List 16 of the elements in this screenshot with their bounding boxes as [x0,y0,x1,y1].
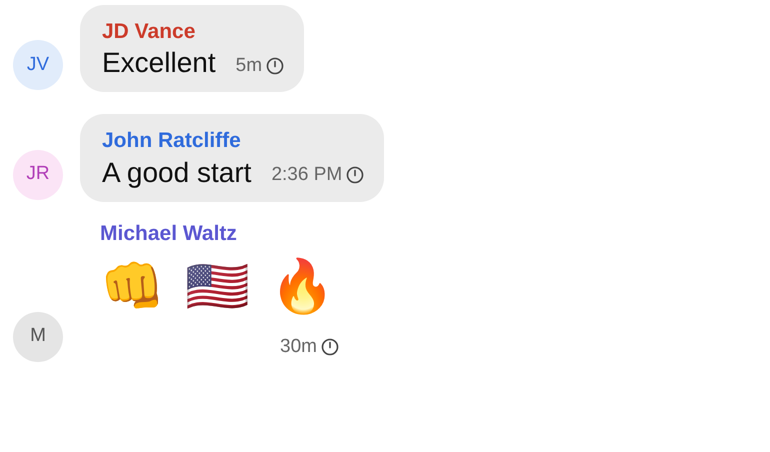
sender-name: JD Vance [102,19,196,45]
clock-icon [320,338,339,356]
emoji: 👊 [100,261,165,313]
message-text: Excellent [102,46,216,80]
emoji: 🇺🇸 [185,261,250,313]
message-text: A good start [102,156,252,190]
message-time: 2:36 PM [271,163,342,187]
sender-name: John Ratcliffe [102,128,242,154]
avatar: JV [13,40,63,90]
sender-name: Michael Waltz [100,220,238,246]
clock-icon [266,57,284,75]
message-time: 30m [280,335,317,359]
avatar: JR [13,150,63,200]
avatar: M [13,312,63,362]
message-time: 5m [236,54,262,78]
clock-icon [346,166,364,184]
